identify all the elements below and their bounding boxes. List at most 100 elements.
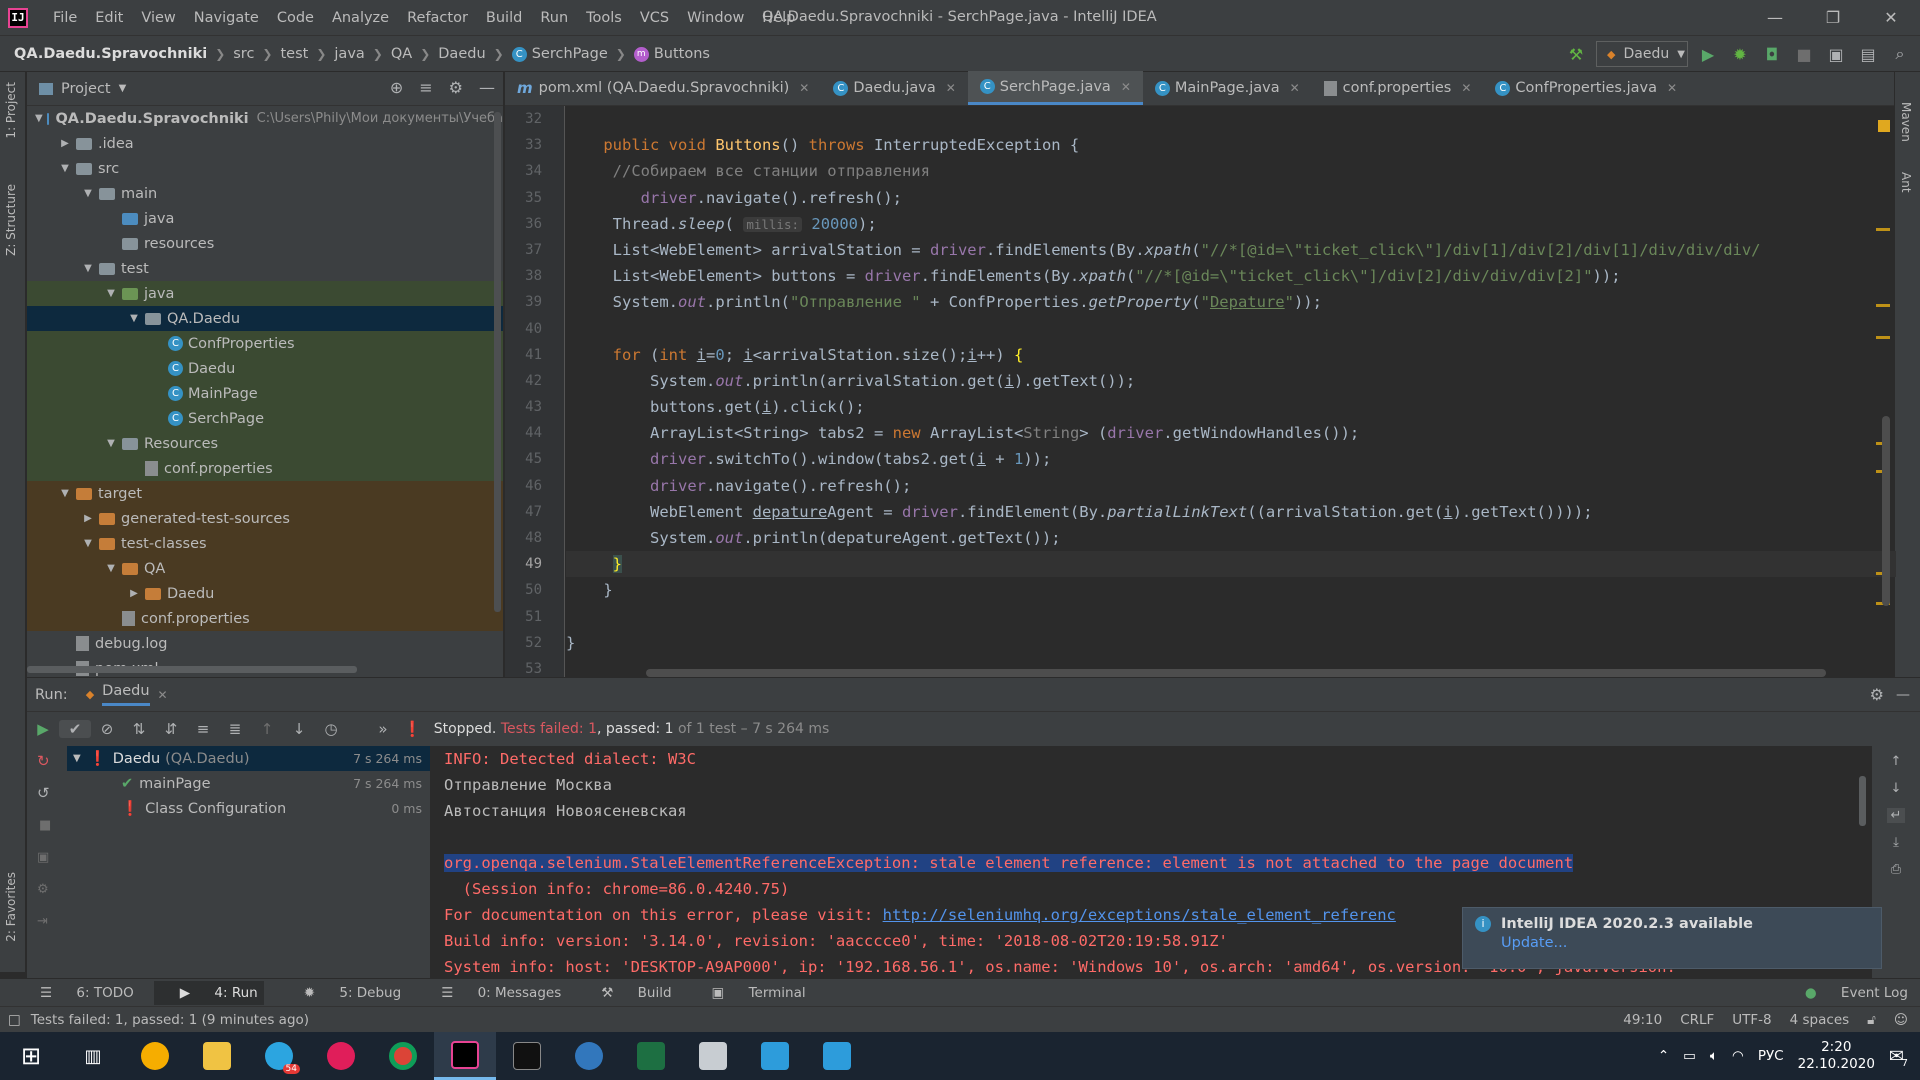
line-number[interactable]: 41 xyxy=(505,342,564,368)
show-ignored-icon[interactable]: ⊘ xyxy=(91,720,123,738)
run-tab-daedu[interactable]: Daedu xyxy=(102,683,150,706)
collapsed-arrow-icon[interactable]: ▶ xyxy=(58,138,72,149)
expanded-arrow-icon[interactable]: ▼ xyxy=(81,263,95,274)
app-f-blue-icon[interactable] xyxy=(744,1032,806,1080)
hammer-build-icon[interactable]: ⚒ xyxy=(1564,42,1588,66)
console-vertical-scrollbar[interactable] xyxy=(1859,776,1866,826)
caret-position[interactable]: 49:10 xyxy=(1623,1012,1662,1028)
collapsed-arrow-icon[interactable]: ▶ xyxy=(127,588,141,599)
line-number[interactable]: 45 xyxy=(505,446,564,472)
indent-setting[interactable]: 4 spaces xyxy=(1790,1012,1850,1028)
arrow-up-icon[interactable]: ↑ xyxy=(1891,754,1902,769)
tab-terminal[interactable]: ▣ Terminal xyxy=(692,985,806,1001)
debug-icon[interactable]: ✹ xyxy=(1728,42,1752,66)
breadcrumb-project[interactable]: QA.Daedu.Spravochniki xyxy=(14,46,207,62)
tree-item[interactable]: ▼ QA.Daedu xyxy=(27,306,503,331)
editor-tab[interactable]: conf.properties ✕ xyxy=(1312,71,1484,105)
update-notification[interactable]: i IntelliJ IDEA 2020.2.3 available Updat… xyxy=(1462,907,1882,969)
expanded-arrow-icon[interactable]: ▼ xyxy=(81,538,95,549)
expanded-arrow-icon[interactable]: ▼ xyxy=(127,313,141,324)
line-number[interactable]: 32 xyxy=(505,106,564,132)
line-number[interactable]: 52 xyxy=(505,630,564,656)
test-row-daedu[interactable]: ▼ ❗ Daedu (QA.Daedu) 7 s 264 ms xyxy=(67,746,430,771)
editor-tab[interactable]: C Daedu.java ✕ xyxy=(821,71,967,105)
close-tab-icon[interactable]: ✕ xyxy=(1667,81,1677,95)
collapse-all-icon[interactable]: ≣ xyxy=(219,720,251,738)
layout-icon[interactable]: ▤ xyxy=(1856,42,1880,66)
breadcrumb-test[interactable]: test xyxy=(280,46,308,62)
update-link[interactable]: Update... xyxy=(1501,935,1869,951)
close-tab-icon[interactable]: ✕ xyxy=(1461,81,1471,95)
arrow-down-icon[interactable]: ↓ xyxy=(1891,781,1902,796)
breadcrumb-qa[interactable]: QA xyxy=(391,46,412,62)
line-number[interactable]: 42 xyxy=(505,368,564,394)
menu-navigate[interactable]: Navigate xyxy=(185,10,268,26)
menu-window[interactable]: Window xyxy=(678,10,753,26)
input-language[interactable]: РУС xyxy=(1758,1048,1784,1064)
close-tab-icon[interactable]: ✕ xyxy=(1121,80,1131,94)
show-passed-icon[interactable]: ✔ xyxy=(59,720,91,738)
intellij-taskbar-icon[interactable] xyxy=(434,1032,496,1080)
expanded-arrow-icon[interactable]: ▼ xyxy=(104,288,118,299)
soft-wrap-icon[interactable]: ↵ xyxy=(1886,808,1906,823)
battery-icon[interactable]: ▭ xyxy=(1683,1048,1696,1064)
expanded-arrow-icon[interactable]: ▼ xyxy=(104,563,118,574)
line-number[interactable]: 44 xyxy=(505,420,564,446)
tab-build[interactable]: ⚒ Build xyxy=(581,985,671,1001)
line-number[interactable]: 43 xyxy=(505,394,564,420)
wifi-icon[interactable]: ◠ xyxy=(1732,1048,1744,1064)
locate-icon[interactable]: ⊕ xyxy=(390,78,403,97)
run-configuration-select[interactable]: ◆ Daedu ▼ xyxy=(1596,41,1688,67)
coverage-icon[interactable]: ◘ xyxy=(1760,42,1784,66)
tree-item[interactable]: ▼ java xyxy=(27,281,503,306)
tree-item[interactable]: C SerchPage xyxy=(27,406,503,431)
scroll-to-end-icon[interactable]: ⤓ xyxy=(1893,835,1899,850)
breadcrumb-serchpage[interactable]: SerchPage xyxy=(532,46,608,62)
project-structure-icon[interactable]: ▣ xyxy=(1824,42,1848,66)
editor-tab[interactable]: m pom.xml (QA.Daedu.Spravochniki) ✕ xyxy=(505,71,821,105)
tree-item[interactable]: C Daedu xyxy=(27,356,503,381)
lock-icon[interactable]: 🔓︎ xyxy=(1867,1012,1876,1028)
tree-item[interactable]: ▼ target xyxy=(27,481,503,506)
restore-icon[interactable]: ❐ xyxy=(1804,0,1862,36)
editor-vertical-scrollbar[interactable] xyxy=(1882,416,1890,606)
line-number[interactable]: 33 xyxy=(505,132,564,158)
horizontal-scrollbar[interactable] xyxy=(27,666,357,673)
next-failed-icon[interactable]: ↓ xyxy=(283,720,315,738)
expand-all-icon[interactable]: ≡ xyxy=(187,720,219,738)
tab-maven-tool[interactable]: Maven xyxy=(1899,102,1913,142)
status-message[interactable]: Tests failed: 1, passed: 1 (9 minutes ag… xyxy=(31,1012,309,1028)
app-window-icon[interactable] xyxy=(682,1032,744,1080)
sort-duration-icon[interactable]: ⇵ xyxy=(155,720,187,738)
chevron-down-icon[interactable]: ▼ xyxy=(119,83,127,94)
tab-todo[interactable]: ☰ 6: TODO xyxy=(20,985,134,1001)
inspector-icon[interactable]: ☺ xyxy=(1894,1012,1908,1028)
tab-favorites-tool[interactable]: 2: Favorites xyxy=(4,872,18,942)
chevron-down-icon[interactable]: ▼ xyxy=(73,753,81,764)
notifications-icon[interactable]: ✉ 7 xyxy=(1889,1046,1908,1069)
clock[interactable]: 2:20 22.10.2020 xyxy=(1798,1039,1875,1073)
yandex-browser-icon[interactable] xyxy=(124,1032,186,1080)
tree-item[interactable]: ▼ src xyxy=(27,156,503,181)
hide-icon[interactable]: — xyxy=(479,78,495,97)
tree-item[interactable]: java xyxy=(27,206,503,231)
status-layout-icon[interactable]: □ xyxy=(8,1012,21,1028)
line-number[interactable]: 39 xyxy=(505,289,564,315)
tree-item[interactable]: ▼ Resources xyxy=(27,431,503,456)
slack-icon[interactable] xyxy=(310,1032,372,1080)
windows-start-icon[interactable]: ⊞ xyxy=(0,1032,62,1080)
edge-icon[interactable] xyxy=(558,1032,620,1080)
expanded-arrow-icon[interactable]: ▼ xyxy=(35,113,43,124)
print-icon[interactable]: ⎙ xyxy=(1891,862,1901,877)
warning-indicator-icon[interactable] xyxy=(1878,120,1890,132)
tree-item[interactable]: ▼ QA.Daedu.Spravochniki C:\Users\Phily\Мои… xyxy=(27,106,503,131)
tab-ant-tool[interactable]: Ant xyxy=(1899,172,1913,193)
editor-tab[interactable]: C SerchPage.java ✕ xyxy=(967,71,1143,105)
warning-mark[interactable] xyxy=(1876,228,1890,231)
code-area[interactable]: public void Buttons() throws Interrupted… xyxy=(566,106,1896,677)
tab-event-log[interactable]: ● Event Log xyxy=(1785,985,1908,1001)
chevron-up-icon[interactable]: ⌃ xyxy=(1658,1048,1669,1064)
warning-mark[interactable] xyxy=(1876,336,1890,339)
tree-item[interactable]: ▼ QA xyxy=(27,556,503,581)
more-icon[interactable]: » xyxy=(367,720,399,738)
